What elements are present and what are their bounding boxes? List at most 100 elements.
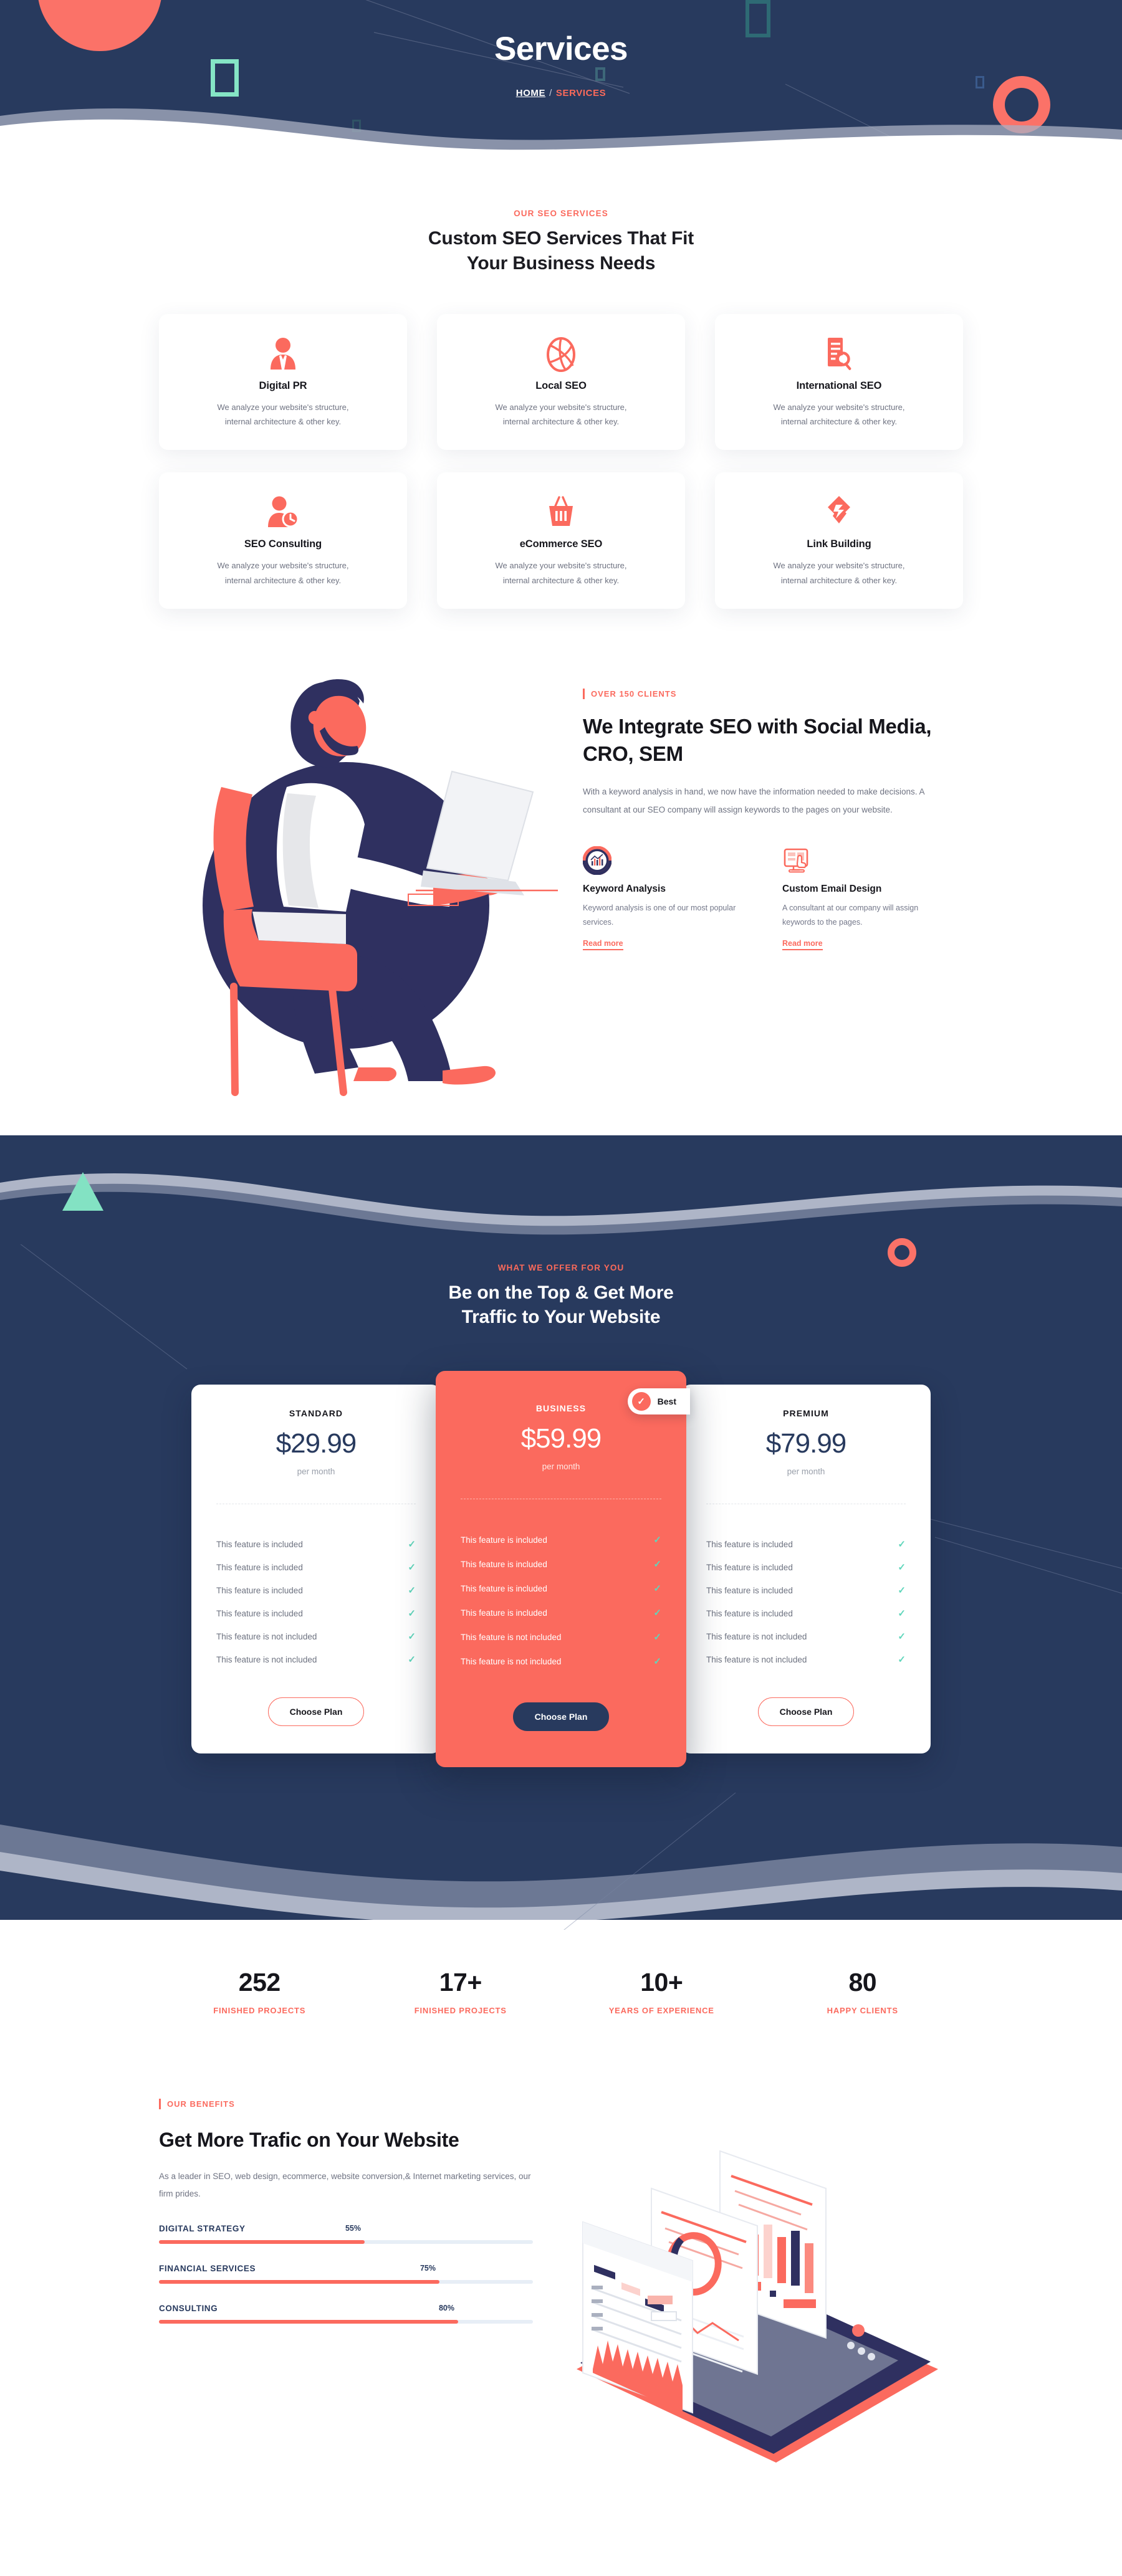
plan-feature-row: This feature is included ✓ xyxy=(461,1577,661,1601)
plan-price: $59.99 xyxy=(520,1423,602,1454)
skill-percent: 55% xyxy=(345,2223,361,2233)
service-card-desc: We analyze your website's structure, int… xyxy=(175,400,391,429)
breadcrumb: HOME / SERVICES xyxy=(0,88,1122,98)
check-icon: ✓ xyxy=(898,1562,906,1573)
benefits-eyebrow: OUR BENEFITS xyxy=(159,2098,533,2109)
service-card[interactable]: Link Building We analyze your website's … xyxy=(715,472,963,609)
skill-item: DIGITAL STRATEGY 55% xyxy=(159,2224,533,2244)
pricing-card-standard[interactable]: STANDARD $29.99 per month This feature i… xyxy=(191,1384,441,1753)
plan-period: per month xyxy=(542,1461,580,1471)
integrate-section: OVER 150 CLIENTS We Integrate SEO with S… xyxy=(159,662,963,1136)
benefits-content: OUR BENEFITS Get More Trafic on Your Web… xyxy=(159,2076,533,2344)
benefits-section: OUR BENEFITS Get More Trafic on Your Web… xyxy=(159,2076,963,2500)
pricing-plans: STANDARD $29.99 per month This feature i… xyxy=(159,1370,963,1767)
read-more-link[interactable]: Read more xyxy=(782,939,823,951)
integrate-content: OVER 150 CLIENTS We Integrate SEO with S… xyxy=(583,662,963,951)
plan-feature-label: This feature is included xyxy=(461,1608,547,1618)
plan-feature-label: This feature is included xyxy=(216,1562,303,1572)
man-at-laptop-illustration xyxy=(159,662,558,1099)
service-card-desc-line2: internal architecture & other key. xyxy=(502,575,620,585)
plan-feature-row: This feature is not included ✓ xyxy=(216,1625,416,1648)
counter-item: 10+ YEARS OF EXPERIENCE xyxy=(561,1968,762,2015)
plan-feature-label: This feature is not included xyxy=(461,1656,562,1666)
plan-feature-label: This feature is included xyxy=(706,1608,793,1618)
best-badge: ✓ Best xyxy=(627,1388,690,1414)
service-card-desc: We analyze your website's structure, int… xyxy=(453,558,669,587)
service-card[interactable]: eCommerce SEO We analyze your website's … xyxy=(437,472,685,609)
skill-item: CONSULTING 80% xyxy=(159,2304,533,2324)
plan-feature-label: This feature is included xyxy=(706,1562,793,1572)
plan-name: STANDARD xyxy=(289,1408,343,1418)
services-heading: OUR SEO SERVICES Custom SEO Services Tha… xyxy=(0,209,1122,275)
check-circle-icon: ✓ xyxy=(631,1391,651,1411)
dribbble-ball-icon xyxy=(453,336,669,373)
counter-value: 10+ xyxy=(640,1967,683,1996)
plan-name: PREMIUM xyxy=(783,1408,829,1418)
plan-price: $29.99 xyxy=(276,1428,357,1459)
service-card-desc: We analyze your website's structure, int… xyxy=(175,558,391,587)
hero-wave-divider xyxy=(0,108,1122,153)
plan-feature-list: This feature is included ✓ This feature i… xyxy=(216,1533,416,1671)
service-card[interactable]: International SEO We analyze your websit… xyxy=(715,314,963,451)
choose-plan-button[interactable]: Choose Plan xyxy=(512,1702,610,1731)
service-card[interactable]: Local SEO We analyze your website's stru… xyxy=(437,314,685,451)
choose-plan-button[interactable]: Choose Plan xyxy=(757,1697,855,1726)
donut-chart-icon xyxy=(583,844,751,875)
plan-feature-row: This feature is not included ✓ xyxy=(706,1625,906,1648)
pricing-decor-triangle xyxy=(62,1171,103,1211)
service-card-desc-line2: internal architecture & other key. xyxy=(780,417,898,427)
pricing-card-business[interactable]: ✓ Best BUSINESS $59.99 per month This fe… xyxy=(436,1370,690,1767)
skill-header: CONSULTING 80% xyxy=(159,2304,533,2313)
service-card-desc: We analyze your website's structure, int… xyxy=(453,400,669,429)
check-icon: ✓ xyxy=(653,1608,661,1619)
service-card-desc-line1: We analyze your website's structure, xyxy=(495,403,627,413)
plan-feature-row: This feature is included ✓ xyxy=(461,1601,661,1625)
counter-value: 17+ xyxy=(439,1967,482,1996)
monitor-click-icon xyxy=(782,844,951,875)
skill-label: CONSULTING xyxy=(159,2303,218,2313)
pricing-card-premium[interactable]: PREMIUM $79.99 per month This feature is… xyxy=(681,1384,931,1753)
document-search-icon xyxy=(731,336,947,373)
plan-feature-row: This feature is included ✓ xyxy=(706,1533,906,1556)
breadcrumb-current: SERVICES xyxy=(555,88,607,98)
services-cards-row-2: SEO Consulting We analyze your website's… xyxy=(159,472,963,609)
services-cards-row-1: Digital PR We analyze your website's str… xyxy=(159,314,963,451)
service-card-title: International SEO xyxy=(796,380,882,392)
plan-feature-label: This feature is not included xyxy=(216,1654,317,1664)
breadcrumb-home-link[interactable]: HOME xyxy=(516,88,545,98)
shopping-basket-icon xyxy=(453,495,669,531)
plan-feature-label: This feature is included xyxy=(706,1585,793,1595)
service-card[interactable]: Digital PR We analyze your website's str… xyxy=(159,314,407,451)
plan-feature-label: This feature is included xyxy=(461,1583,547,1593)
service-card-desc-line1: We analyze your website's structure, xyxy=(217,403,349,413)
service-card-desc-line1: We analyze your website's structure, xyxy=(773,561,905,571)
counter-item: 17+ FINISHED PROJECTS xyxy=(360,1968,562,2015)
service-card-title: Local SEO xyxy=(535,380,587,392)
service-card-title: Digital PR xyxy=(259,380,307,392)
pricing-heading: WHAT WE OFFER FOR YOU Be on the Top & Ge… xyxy=(0,1263,1122,1330)
pricing-section: WHAT WE OFFER FOR YOU Be on the Top & Ge… xyxy=(0,1135,1122,1930)
plan-feature-label: This feature is not included xyxy=(461,1632,562,1642)
choose-plan-button[interactable]: Choose Plan xyxy=(267,1697,365,1726)
pricing-title-line2: Traffic to Your Website xyxy=(461,1307,661,1328)
user-clock-icon xyxy=(175,495,391,531)
service-card-desc-line1: We analyze your website's structure, xyxy=(495,561,627,571)
plan-period: per month xyxy=(787,1466,825,1476)
skill-percent: 80% xyxy=(438,2303,454,2312)
skill-track xyxy=(159,2319,533,2324)
service-card-desc: We analyze your website's structure, int… xyxy=(731,558,947,587)
check-icon: ✓ xyxy=(408,1631,416,1643)
feature-desc: A consultant at our company will assign … xyxy=(782,904,919,927)
link-chain-icon xyxy=(731,495,947,531)
service-card-title: eCommerce SEO xyxy=(519,538,603,550)
service-card[interactable]: SEO Consulting We analyze your website's… xyxy=(159,472,407,609)
integrate-features: Keyword Analysis Keyword analysis is one… xyxy=(583,844,963,951)
service-card-desc-line2: internal architecture & other key. xyxy=(780,575,898,585)
services-section: OUR SEO SERVICES Custom SEO Services Tha… xyxy=(0,153,1122,609)
counter-label: FINISHED PROJECTS xyxy=(414,2005,507,2015)
isometric-dashboard-illustration xyxy=(552,2076,963,2475)
services-title-line1: Custom SEO Services That Fit xyxy=(428,228,694,249)
pricing-body: WHAT WE OFFER FOR YOU Be on the Top & Ge… xyxy=(0,1171,1122,1930)
check-icon: ✓ xyxy=(408,1539,416,1550)
read-more-link[interactable]: Read more xyxy=(583,939,623,951)
